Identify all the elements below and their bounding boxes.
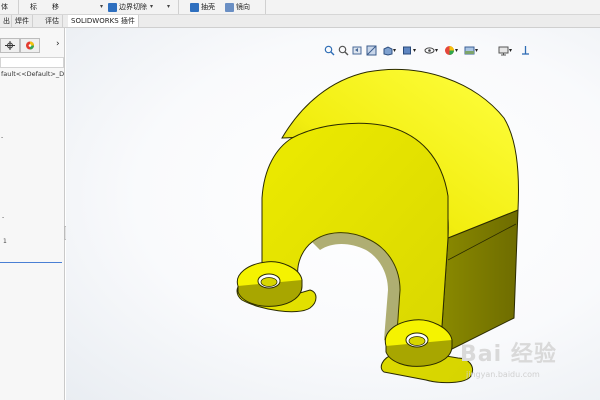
tab-evaluate[interactable]: 评估 xyxy=(42,15,63,27)
display-manager-tab[interactable] xyxy=(20,38,40,53)
tree-mark: - xyxy=(1,134,4,141)
boundary-cut-icon xyxy=(108,2,117,12)
ribbon-body-label[interactable]: 体 xyxy=(1,2,8,12)
graphics-viewport[interactable]: ▾ ▾ ▾ ▾ ▾ ▾ Bai 经验 jingyan.baidu.com xyxy=(66,28,600,400)
command-ribbon: 体 标 移 ▾ 边界切除 ▾ ▾ 抽壳 镜向 xyxy=(0,0,600,15)
ribbon-item-label[interactable]: 标 xyxy=(30,2,37,12)
panel-filter-field[interactable] xyxy=(0,57,64,68)
watermark-logo: Bai 经验 xyxy=(460,342,557,367)
command-manager-tabs: 出 焊件 评估 SOLIDWORKS 插件 xyxy=(0,15,600,28)
ribbon-divider xyxy=(178,0,179,14)
feature-manager-panel: › fault<<Default>_Disp - - 1 xyxy=(0,28,65,400)
shell-icon xyxy=(190,2,199,12)
dimxpert-tab[interactable] xyxy=(0,38,20,53)
boundary-cut-button[interactable]: 边界切除 xyxy=(108,2,147,12)
crosshair-icon xyxy=(5,41,15,50)
panel-expand-arrow[interactable]: › xyxy=(56,39,60,49)
dropdown-arrow-icon[interactable]: ▾ xyxy=(100,2,103,12)
dropdown-arrow-icon[interactable]: ▾ xyxy=(167,2,170,12)
ribbon-divider xyxy=(18,0,19,14)
tab-sketch-truncated[interactable]: 出 xyxy=(0,15,12,27)
configuration-name[interactable]: fault<<Default>_Disp xyxy=(1,70,64,78)
mirror-button[interactable]: 镜向 xyxy=(225,2,250,12)
tree-mark: - xyxy=(2,214,5,221)
appearance-icon xyxy=(26,41,34,50)
shell-button[interactable]: 抽壳 xyxy=(190,2,215,12)
watermark-url: jingyan.baidu.com xyxy=(466,370,540,379)
ribbon-divider xyxy=(265,0,266,14)
dropdown-arrow-icon[interactable]: ▾ xyxy=(150,2,153,12)
mirror-icon xyxy=(225,2,234,12)
tab-solidworks-addins[interactable]: SOLIDWORKS 插件 xyxy=(68,15,139,27)
tree-item-number[interactable]: 1 xyxy=(3,238,7,245)
tab-weldments[interactable]: 焊件 xyxy=(12,15,33,27)
ribbon-item-label[interactable]: 移 xyxy=(52,2,59,12)
rollback-bar[interactable] xyxy=(0,262,62,263)
panel-tabs: › xyxy=(0,38,64,53)
